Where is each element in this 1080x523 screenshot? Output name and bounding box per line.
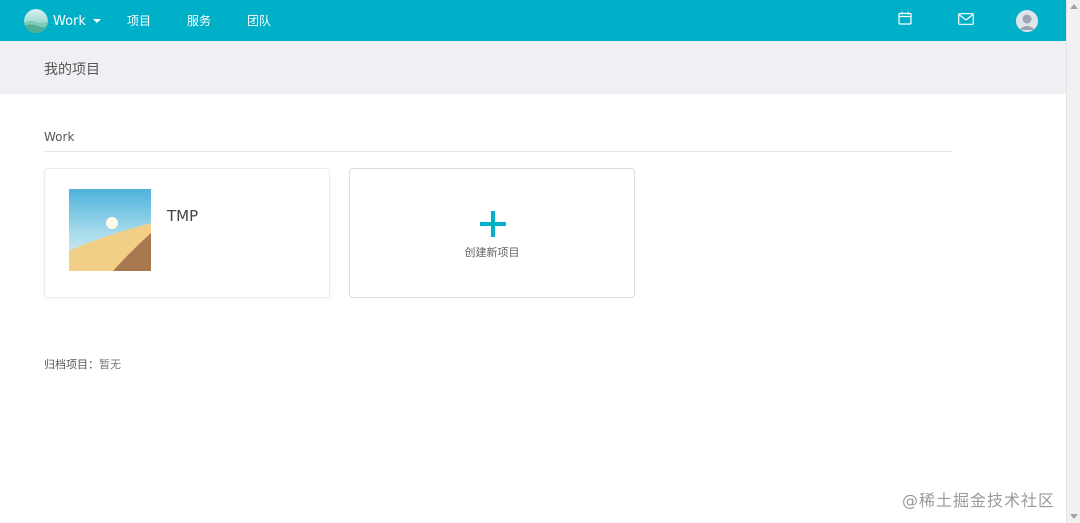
project-name: TMP — [167, 207, 199, 225]
mail-icon[interactable] — [958, 13, 974, 25]
top-nav-bar: Work 项目 服务 团队 — [0, 0, 1066, 41]
chevron-down-icon — [92, 19, 101, 23]
create-project-label: 创建新项目 — [464, 246, 520, 259]
watermark: @稀土掘金技术社区 — [902, 491, 1056, 510]
calendar-icon[interactable] — [898, 11, 912, 25]
archived-projects: 归档项目：暂无 — [44, 356, 121, 372]
nav-item-services[interactable]: 服务 — [187, 12, 211, 29]
main-nav: 项目 服务 团队 — [127, 0, 307, 41]
scroll-up-icon[interactable] — [1070, 4, 1078, 9]
page-header: 我的项目 — [0, 41, 1066, 94]
user-avatar-icon — [1016, 10, 1038, 32]
plus-icon — [480, 211, 506, 237]
workspace-logo-icon — [24, 9, 48, 33]
scroll-down-icon[interactable] — [1070, 514, 1078, 519]
user-avatar[interactable] — [1016, 10, 1038, 32]
vertical-scrollbar[interactable] — [1066, 0, 1080, 523]
workspace-section-title: Work — [44, 130, 75, 144]
project-card[interactable]: TMP — [44, 168, 330, 298]
section-divider — [44, 151, 952, 152]
create-project-button[interactable]: 创建新项目 — [349, 168, 635, 298]
project-thumbnail-icon — [69, 189, 151, 271]
workspace-name: Work — [53, 13, 86, 29]
nav-item-team[interactable]: 团队 — [247, 12, 271, 29]
archive-value: 暂无 — [99, 358, 121, 371]
archive-label: 归档项目： — [44, 358, 99, 371]
nav-item-projects[interactable]: 项目 — [127, 12, 151, 29]
workspace-switcher[interactable]: Work — [24, 9, 101, 33]
page-title: 我的项目 — [44, 62, 100, 78]
